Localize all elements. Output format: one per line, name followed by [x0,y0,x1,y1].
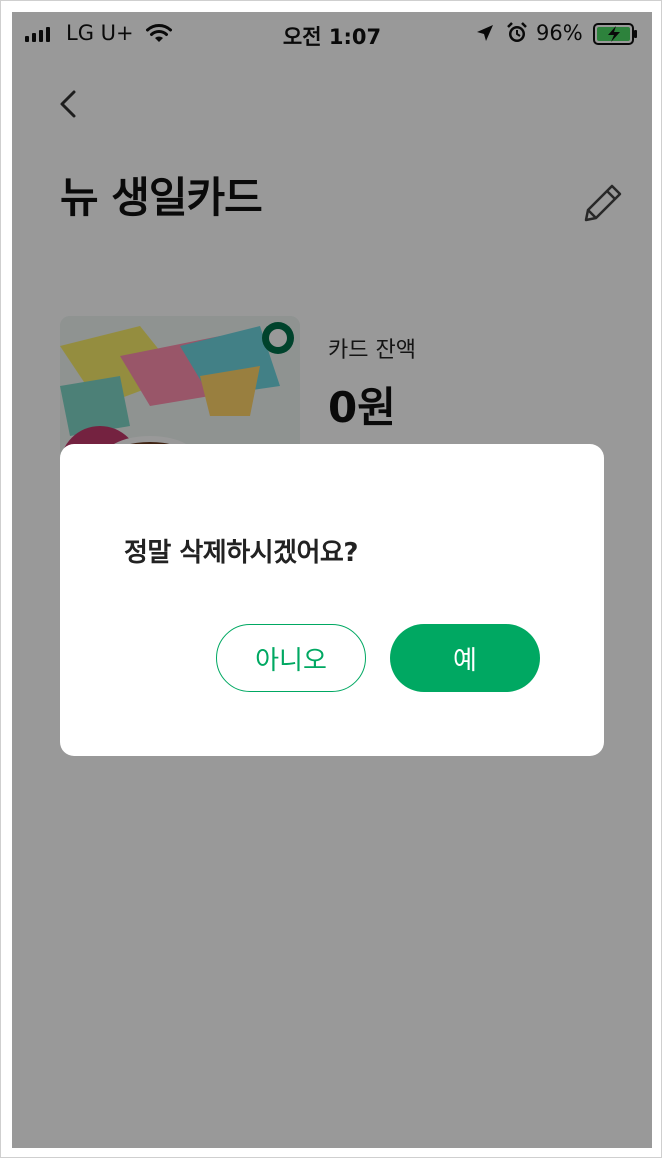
yes-button[interactable]: 예 [390,624,540,692]
screen: LG U+ 오전 1:07 96% 뉴 생일카드 카드 잔액 0원 정말 삭제하… [12,12,652,1148]
dialog-message: 정말 삭제하시겠어요? [124,538,358,568]
device-frame: LG U+ 오전 1:07 96% 뉴 생일카드 카드 잔액 0원 정말 삭제하… [0,0,662,1158]
confirm-dialog: 정말 삭제하시겠어요? 아니오 예 [60,444,604,756]
no-button[interactable]: 아니오 [216,624,366,692]
